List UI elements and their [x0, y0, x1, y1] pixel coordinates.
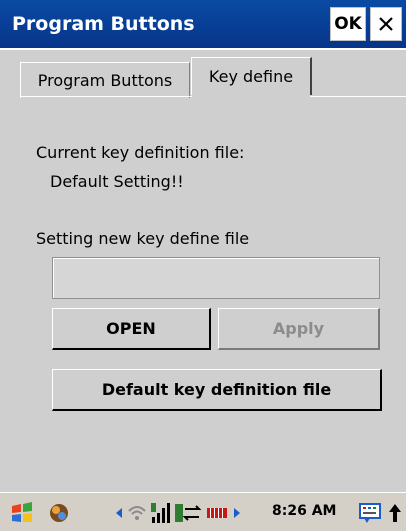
up-arrow-icon[interactable]: [388, 501, 402, 525]
left-arrow-icon[interactable]: [114, 501, 124, 525]
taskbar: 8:26 AM: [0, 492, 406, 531]
right-arrow-icon[interactable]: [232, 501, 242, 525]
clock[interactable]: 8:26 AM: [272, 503, 336, 519]
wifi-icon[interactable]: [126, 501, 148, 525]
sync-icon[interactable]: [174, 501, 202, 525]
tab-key-define[interactable]: Key define: [191, 57, 312, 95]
default-key-definition-button[interactable]: Default key definition file: [52, 369, 382, 411]
apply-button[interactable]: Apply: [218, 308, 380, 350]
battery-icon[interactable]: [206, 501, 230, 525]
close-icon: [379, 17, 393, 31]
new-file-label: Setting new key define file: [36, 229, 250, 248]
settings-icon[interactable]: [46, 501, 72, 525]
window-title: Program Buttons: [12, 13, 195, 35]
signal-icon[interactable]: [150, 501, 172, 525]
start-icon[interactable]: [8, 501, 36, 525]
ok-button[interactable]: OK: [330, 7, 366, 41]
close-button[interactable]: [370, 7, 402, 41]
open-button[interactable]: OPEN: [52, 308, 211, 350]
title-bar: Program Buttons OK: [0, 0, 406, 50]
new-file-input[interactable]: [52, 257, 380, 299]
current-file-value: Default Setting!!: [50, 172, 184, 191]
current-file-label: Current key definition file:: [36, 143, 245, 162]
tab-program-buttons[interactable]: Program Buttons: [20, 62, 190, 98]
keyboard-icon[interactable]: [358, 501, 384, 525]
